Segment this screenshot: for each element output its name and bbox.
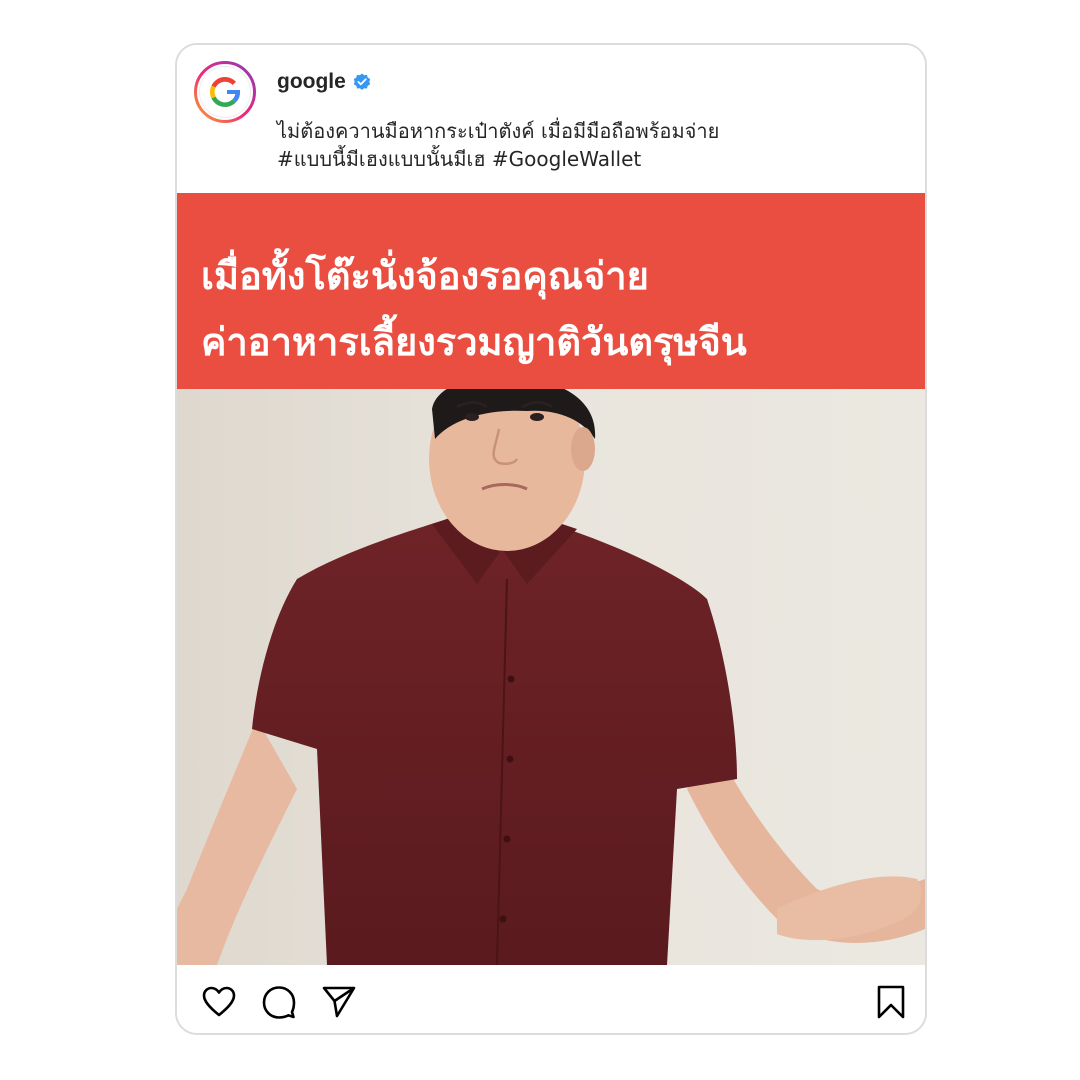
- video-frame-person-shrugging: [177, 389, 925, 965]
- post-card: google ไม่ต้องควานมือหากระเป๋าตังค์ เมื่…: [175, 43, 927, 1035]
- caption-line-2-hashtags[interactable]: #แบบนี้มีเฮงแบบนั้นมีเฮ #GoogleWallet: [277, 145, 897, 173]
- text-overlay-banner: เมื่อทั้งโต๊ะนั่งจ้องรอคุณจ่าย ค่าอาหารเ…: [177, 193, 925, 389]
- bookmark-icon[interactable]: [873, 984, 909, 1020]
- username[interactable]: google: [277, 70, 346, 94]
- verified-badge-icon: [353, 73, 371, 91]
- caption-line-1: ไม่ต้องควานมือหากระเป๋าตังค์ เมื่อมีมือถ…: [277, 119, 720, 143]
- heart-icon[interactable]: [201, 984, 237, 1020]
- post-header: google ไม่ต้องควานมือหากระเป๋าตังค์ เมื่…: [177, 45, 925, 193]
- username-row: google: [277, 68, 371, 96]
- overlay-line-2: ค่าอาหารเลี้ยงรวมญาติวันตรุษจีน: [201, 320, 747, 364]
- post-action-bar: [177, 965, 925, 1033]
- comment-icon[interactable]: [261, 984, 297, 1020]
- paper-plane-icon[interactable]: [321, 984, 357, 1020]
- profile-avatar[interactable]: [194, 61, 256, 123]
- google-logo-avatar-icon: [194, 61, 256, 123]
- post-caption: ไม่ต้องควานมือหากระเป๋าตังค์ เมื่อมีมือถ…: [277, 117, 897, 173]
- post-media[interactable]: เมื่อทั้งโต๊ะนั่งจ้องรอคุณจ่าย ค่าอาหารเ…: [177, 193, 925, 965]
- overlay-line-1: เมื่อทั้งโต๊ะนั่งจ้องรอคุณจ่าย: [201, 254, 649, 298]
